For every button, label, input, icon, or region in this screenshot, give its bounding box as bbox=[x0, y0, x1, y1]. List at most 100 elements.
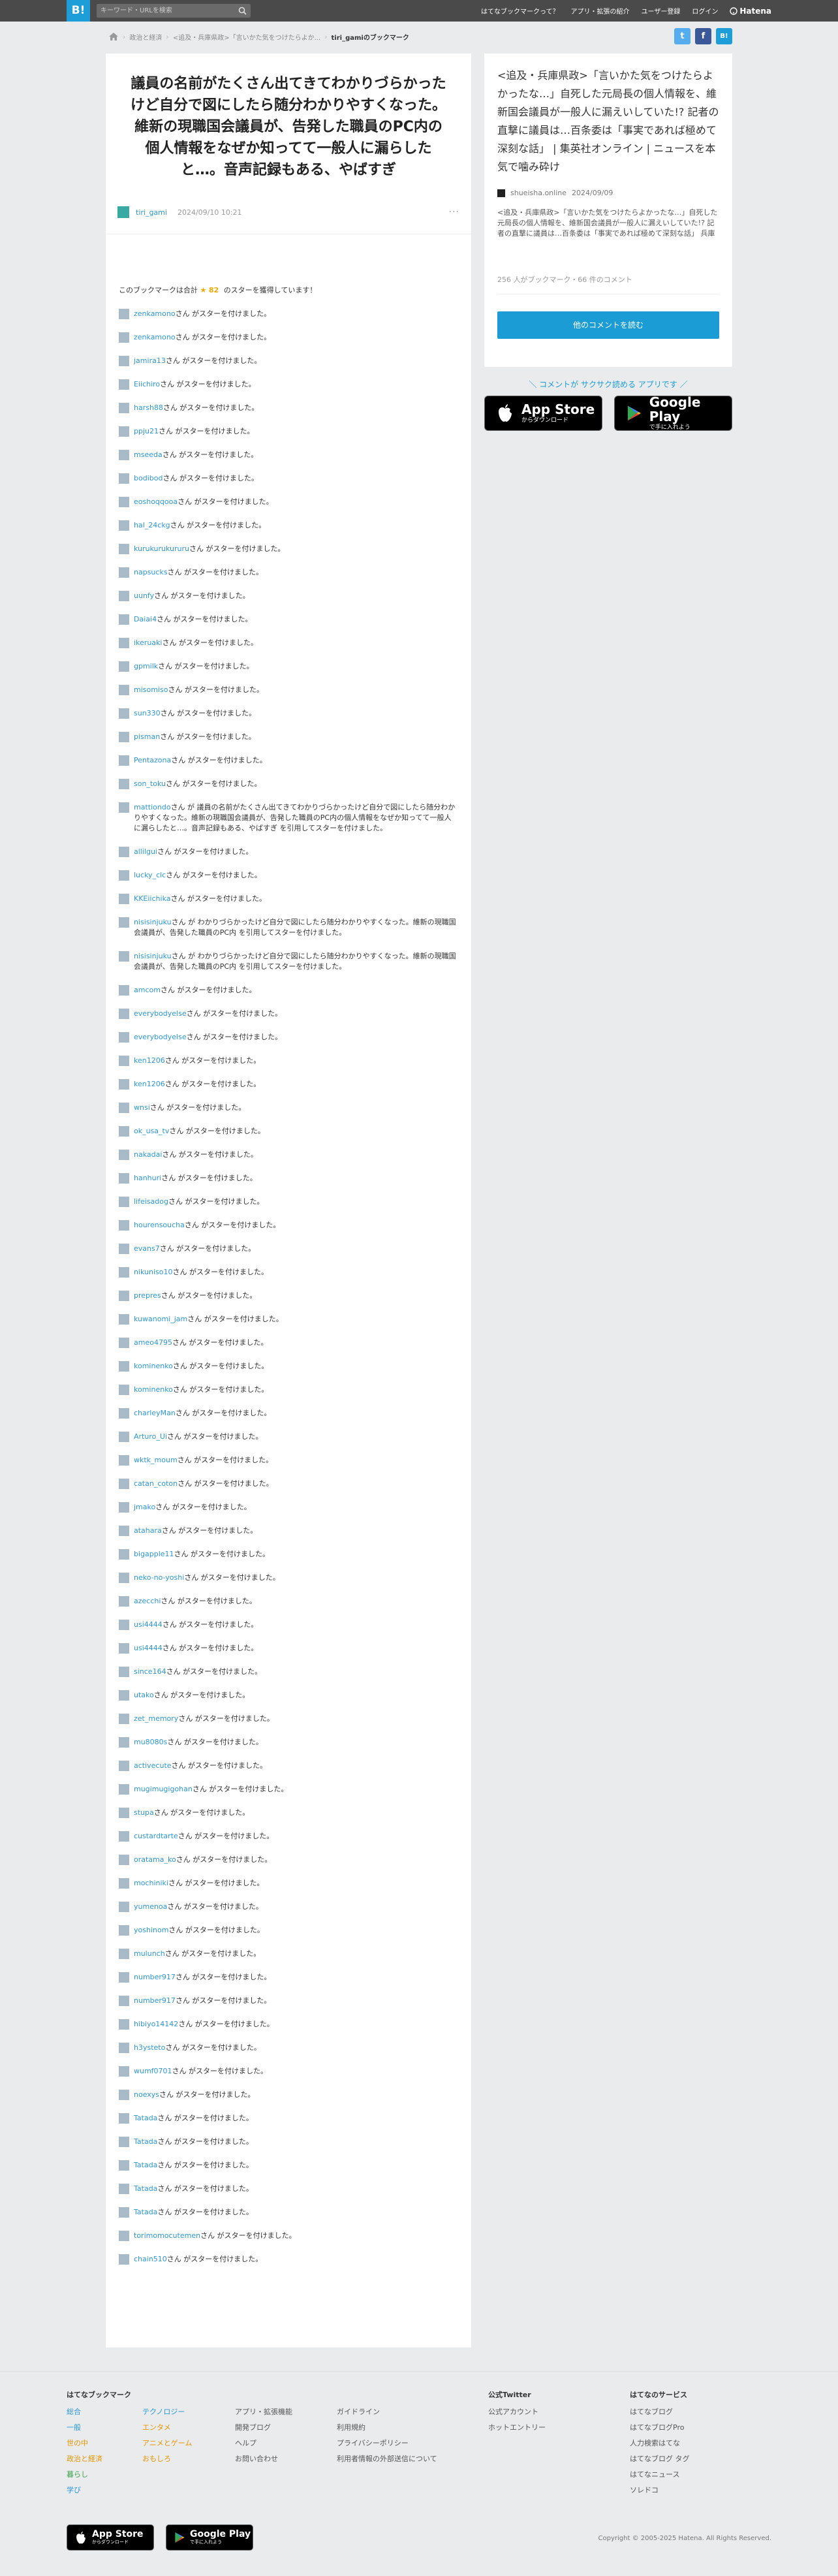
google-play-button[interactable]: Google Play で手に入れよう bbox=[614, 395, 732, 431]
avatar[interactable] bbox=[119, 708, 129, 719]
avatar[interactable] bbox=[119, 403, 129, 413]
avatar[interactable] bbox=[119, 1808, 129, 1818]
avatar[interactable] bbox=[119, 732, 129, 742]
avatar[interactable] bbox=[119, 614, 129, 625]
star-user-link[interactable]: kurukurukururu bbox=[134, 544, 189, 553]
search-icon[interactable] bbox=[238, 7, 247, 15]
footer-link[interactable]: ヘルプ bbox=[235, 2436, 292, 2451]
star-user-link[interactable]: hanhuri bbox=[134, 1174, 161, 1182]
avatar[interactable] bbox=[119, 1502, 129, 1513]
hatena-bookmark-logo[interactable]: B! bbox=[67, 0, 90, 22]
avatar[interactable] bbox=[119, 755, 129, 766]
breadcrumb-category[interactable]: 政治と経済 bbox=[129, 32, 162, 42]
star-user-link[interactable]: torimomocutemen bbox=[134, 2231, 200, 2240]
footer-link[interactable]: 公式アカウント bbox=[488, 2404, 546, 2420]
star-user-link[interactable]: azecchi bbox=[134, 1597, 161, 1605]
star-user-link[interactable]: uunfy bbox=[134, 591, 154, 600]
footer-link[interactable]: アプリ・拡張機能 bbox=[235, 2404, 292, 2420]
avatar[interactable] bbox=[119, 379, 129, 390]
app-store-button[interactable]: App Store からダウンロード bbox=[67, 2524, 154, 2551]
avatar[interactable] bbox=[119, 1620, 129, 1630]
star-user-link[interactable]: bodibod bbox=[134, 474, 163, 482]
star-user-link[interactable]: Eiichiro bbox=[134, 380, 160, 388]
footer-link[interactable]: 一般 bbox=[67, 2420, 131, 2436]
avatar[interactable] bbox=[119, 1714, 129, 1724]
avatar[interactable] bbox=[119, 985, 129, 996]
star-user-link[interactable]: hibiyo14142 bbox=[134, 2020, 178, 2028]
footer-link[interactable]: 人力検索はてな bbox=[630, 2436, 690, 2451]
star-user-link[interactable]: Tatada bbox=[134, 2137, 157, 2146]
star-user-link[interactable]: utako bbox=[134, 1691, 154, 1699]
avatar[interactable] bbox=[119, 951, 129, 962]
star-user-link[interactable]: Tatada bbox=[134, 2208, 157, 2216]
avatar[interactable] bbox=[119, 847, 129, 857]
footer-link[interactable]: はてなブログPro bbox=[630, 2420, 690, 2436]
star-user-link[interactable]: nisisinjuku bbox=[134, 952, 172, 960]
avatar[interactable] bbox=[119, 497, 129, 507]
avatar[interactable] bbox=[119, 2160, 129, 2171]
star-user-link[interactable]: ppju21 bbox=[134, 427, 159, 435]
avatar[interactable] bbox=[119, 1643, 129, 1654]
avatar[interactable] bbox=[119, 870, 129, 881]
star-user-link[interactable]: son_toku bbox=[134, 779, 166, 788]
star-user-link[interactable]: custardtarte bbox=[134, 1832, 178, 1840]
star-user-link[interactable]: kuwanomi_jam bbox=[134, 1315, 187, 1323]
google-play-button[interactable]: Google Play で手に入れよう bbox=[166, 2524, 253, 2551]
star-user-link[interactable]: pisman bbox=[134, 732, 160, 741]
star-user-link[interactable]: lucky_clc bbox=[134, 871, 166, 879]
avatar[interactable] bbox=[119, 2090, 129, 2100]
avatar[interactable] bbox=[119, 1690, 129, 1701]
avatar[interactable] bbox=[119, 1079, 129, 1090]
star-user-link[interactable]: atahara bbox=[134, 1526, 162, 1535]
star-user-link[interactable]: kominenko bbox=[134, 1385, 173, 1394]
star-user-link[interactable]: number917 bbox=[134, 1973, 176, 1981]
avatar[interactable] bbox=[119, 1526, 129, 1536]
avatar[interactable] bbox=[119, 356, 129, 366]
avatar[interactable] bbox=[119, 1878, 129, 1889]
avatar[interactable] bbox=[119, 894, 129, 904]
avatar[interactable] bbox=[117, 206, 129, 218]
star-user-link[interactable]: Tatada bbox=[134, 2114, 157, 2122]
star-user-link[interactable]: ameo4795 bbox=[134, 1338, 172, 1347]
star-user-link[interactable]: ok_usa_tv bbox=[134, 1127, 169, 1135]
avatar[interactable] bbox=[119, 473, 129, 484]
avatar[interactable] bbox=[119, 309, 129, 319]
star-user-link[interactable]: mu8080s bbox=[134, 1738, 167, 1746]
avatar[interactable] bbox=[119, 1831, 129, 1842]
twitter-share-icon[interactable]: t bbox=[674, 28, 691, 44]
avatar[interactable] bbox=[119, 1902, 129, 1912]
avatar[interactable] bbox=[119, 1972, 129, 1983]
home-icon[interactable] bbox=[108, 32, 119, 41]
star-user-link[interactable]: ikeruaki bbox=[134, 638, 162, 647]
footer-link[interactable]: 総合 bbox=[67, 2404, 131, 2420]
star-user-link[interactable]: mattiondo bbox=[134, 803, 171, 811]
star-user-link[interactable]: number917 bbox=[134, 1996, 176, 2005]
star-user-link[interactable]: bigapple11 bbox=[134, 1550, 174, 1558]
star-user-link[interactable]: lifeisadog bbox=[134, 1197, 168, 1206]
footer-link[interactable]: アニメとゲーム bbox=[142, 2436, 192, 2451]
avatar[interactable] bbox=[119, 1361, 129, 1372]
avatar[interactable] bbox=[119, 2137, 129, 2147]
avatar[interactable] bbox=[119, 1925, 129, 1936]
avatar[interactable] bbox=[119, 1197, 129, 1207]
avatar[interactable] bbox=[119, 520, 129, 531]
nav-login[interactable]: ログイン bbox=[692, 6, 718, 16]
star-user-link[interactable]: catan_coton bbox=[134, 1479, 178, 1488]
avatar[interactable] bbox=[119, 1126, 129, 1137]
avatar[interactable] bbox=[119, 2066, 129, 2077]
star-user-link[interactable]: Arturo_Ui bbox=[134, 1432, 167, 1441]
avatar[interactable] bbox=[119, 1737, 129, 1748]
star-user-link[interactable]: napsucks bbox=[134, 568, 168, 576]
entry-domain[interactable]: shueisha.online bbox=[510, 189, 566, 197]
footer-link[interactable]: 利用者情報の外部送信について bbox=[337, 2451, 437, 2467]
avatar[interactable] bbox=[119, 1408, 129, 1419]
star-user-link[interactable]: harsh88 bbox=[134, 403, 163, 412]
avatar[interactable] bbox=[119, 1056, 129, 1066]
star-user-link[interactable]: mochiniki bbox=[134, 1879, 168, 1887]
star-user-link[interactable]: activecute bbox=[134, 1761, 172, 1770]
avatar[interactable] bbox=[119, 1573, 129, 1583]
footer-link[interactable]: 政治と経済 bbox=[67, 2451, 131, 2467]
avatar[interactable] bbox=[119, 1338, 129, 1348]
more-menu-icon[interactable]: ··· bbox=[449, 207, 459, 217]
star-user-link[interactable]: Tatada bbox=[134, 2184, 157, 2193]
